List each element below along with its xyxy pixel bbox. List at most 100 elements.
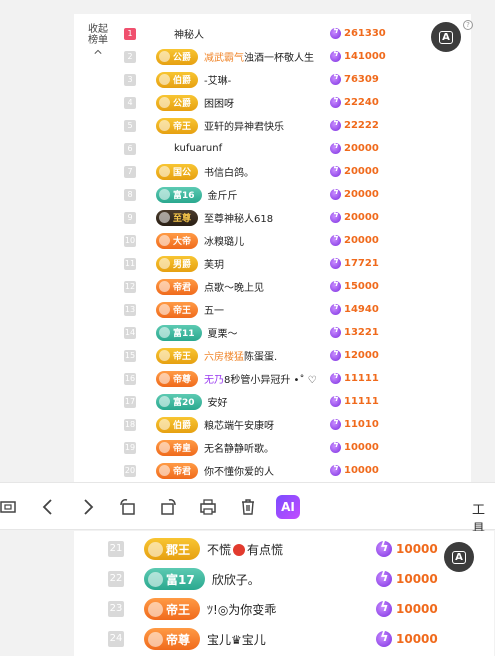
- lightning-icon: [330, 210, 341, 223]
- user-name: 点歌～晚上见: [204, 279, 264, 294]
- badge-label: 至尊: [173, 214, 192, 224]
- rank-number: 2: [124, 50, 136, 63]
- level-badge: 帝王: [156, 117, 199, 134]
- level-badge: 国公: [156, 163, 199, 180]
- badge-label: 公爵: [173, 99, 192, 109]
- list-item[interactable]: 8 富16 金斤斤 20000: [118, 183, 468, 206]
- badge-label: 帝君: [173, 467, 192, 477]
- list-item[interactable]: 17 富20 安好 11111: [118, 390, 468, 413]
- list-item[interactable]: 20 帝君 你不懂你爱的人 10000: [118, 459, 468, 482]
- previous-image-button[interactable]: [36, 495, 60, 519]
- score-value: 15000: [344, 281, 379, 292]
- contribution-score: 10000: [376, 600, 438, 617]
- ai-button[interactable]: AI: [276, 495, 300, 519]
- rank-number: 10: [124, 234, 136, 247]
- score-value: 141000: [344, 51, 386, 62]
- score-value: 14940: [344, 304, 379, 315]
- user-name-text: 宝儿♛宝儿: [207, 632, 266, 647]
- badge-emblem-icon: [159, 189, 170, 200]
- score-value: 10000: [396, 632, 438, 646]
- badge-label: 伯爵: [173, 421, 192, 431]
- score-value: 76309: [344, 74, 379, 85]
- user-name-text: 有点慌: [247, 542, 284, 557]
- list-item[interactable]: 11 男爵 芙玥 17721: [118, 252, 468, 275]
- lightning-icon: [330, 95, 341, 108]
- level-badge: 帝皇: [156, 439, 199, 456]
- list-item[interactable]: 5 帝王 亚轩的异神君快乐 22222: [118, 114, 468, 137]
- list-item[interactable]: 14 富11 夏栗～ 13221: [118, 321, 468, 344]
- list-item[interactable]: 15 帝王 六房楼猛陈蛋蛋. 12000: [118, 344, 468, 367]
- lightning-icon: [330, 348, 341, 361]
- level-badge: 帝王: [144, 598, 201, 620]
- list-item[interactable]: 3 伯爵 -艾琳- 76309: [118, 68, 468, 91]
- ocr-text-extract-button[interactable]: A: [431, 22, 461, 52]
- level-badge: 富16: [156, 186, 202, 203]
- next-image-button[interactable]: [76, 495, 100, 519]
- list-item[interactable]: 22 富17 欣欣子。 10000: [108, 564, 495, 594]
- level-badge: 帝尊: [144, 628, 201, 650]
- contribution-score: 10000: [376, 630, 438, 647]
- list-item[interactable]: 18 伯爵 粮芯端午安康呀 11010: [118, 413, 468, 436]
- ocr-text-extract-button-2[interactable]: A: [444, 542, 474, 572]
- level-badge: 富17: [144, 568, 205, 590]
- lightning-icon: [376, 630, 392, 647]
- contribution-score: 22240: [330, 95, 379, 108]
- user-name: 无名静静听歌。: [204, 440, 274, 455]
- lightning-icon: [330, 463, 341, 476]
- rank-list: 1神秘人2613302公爵减武霸气浊酒一杯敬人生1410003伯爵-艾琳-763…: [118, 22, 468, 482]
- user-name-text: 神秘人: [174, 30, 204, 41]
- rotate-left-button[interactable]: [116, 495, 140, 519]
- trash-icon: [242, 499, 254, 515]
- list-item[interactable]: 24 帝尊 宝儿♛宝儿 10000: [108, 624, 495, 654]
- user-name: kufuarunf: [174, 143, 222, 154]
- user-name-text: kufuarunf: [174, 143, 223, 154]
- list-item[interactable]: 2 公爵 减武霸气浊酒一杯敬人生 141000: [118, 45, 468, 68]
- lightning-icon: [330, 49, 341, 62]
- contribution-score: 13221: [330, 325, 379, 338]
- badge-emblem-icon: [159, 327, 170, 338]
- score-value: 11010: [344, 419, 379, 430]
- list-item[interactable]: 1 神秘人 261330: [118, 22, 468, 45]
- user-name: ﾂ!◎为你变乖: [207, 601, 276, 618]
- list-item[interactable]: 7 国公 书信白鸽。 20000: [118, 160, 468, 183]
- badge-emblem-icon: [159, 373, 170, 384]
- list-item[interactable]: 6 kufuarunf 20000: [118, 137, 468, 160]
- score-value: 20000: [344, 189, 379, 200]
- score-value: 10000: [396, 542, 438, 556]
- fit-screen-button[interactable]: [0, 495, 20, 519]
- list-item[interactable]: 23 帝王 ﾂ!◎为你变乖 10000: [108, 594, 495, 624]
- badge-emblem-icon: [159, 258, 170, 269]
- list-item[interactable]: 16 帝尊 无乃8秒管小异冠升 •˚ ♡ 11111: [118, 367, 468, 390]
- badge-label: 帝王: [173, 122, 192, 132]
- rotate-right-button[interactable]: [156, 495, 180, 519]
- avatar-icon: [156, 143, 168, 155]
- badge-label: 伯爵: [173, 76, 192, 86]
- level-badge: 伯爵: [156, 71, 199, 88]
- print-button[interactable]: [196, 495, 220, 519]
- badge-label: 富16: [173, 191, 195, 201]
- delete-button[interactable]: [236, 495, 260, 519]
- help-icon[interactable]: ?: [463, 20, 473, 30]
- list-item[interactable]: 13 帝王 五一 14940: [118, 298, 468, 321]
- list-item[interactable]: 12 帝君 点歌～晚上见 15000: [118, 275, 468, 298]
- ocr-icon: A: [452, 550, 466, 564]
- lightning-icon: [330, 325, 341, 338]
- badge-emblem-icon: [159, 120, 170, 131]
- list-item[interactable]: 10 大帝 冰糗璐儿 20000: [118, 229, 468, 252]
- level-badge: 大帝: [156, 232, 199, 249]
- badge-label: 男爵: [173, 260, 192, 270]
- collapse-list-toggle[interactable]: 收起 榜单: [83, 24, 113, 56]
- list-item[interactable]: 21 郡王 不慌有点慌 10000: [108, 534, 495, 564]
- user-name-text: 你不懂你爱的人: [204, 467, 275, 478]
- badge-label: 大帝: [173, 237, 192, 247]
- rank-number: 7: [124, 165, 136, 178]
- lightning-icon: [330, 302, 341, 315]
- list-item[interactable]: 4 公爵 困困呀 22240: [118, 91, 468, 114]
- score-value: 13221: [344, 327, 379, 338]
- level-badge: 帝君: [156, 278, 199, 295]
- fit-screen-icon: [0, 501, 16, 513]
- badge-emblem-icon: [159, 281, 170, 292]
- list-item[interactable]: 19 帝皇 无名静静听歌。 10000: [118, 436, 468, 459]
- user-name: 神秘人: [174, 26, 204, 41]
- list-item[interactable]: 9 至尊 至尊神秘人618 20000: [118, 206, 468, 229]
